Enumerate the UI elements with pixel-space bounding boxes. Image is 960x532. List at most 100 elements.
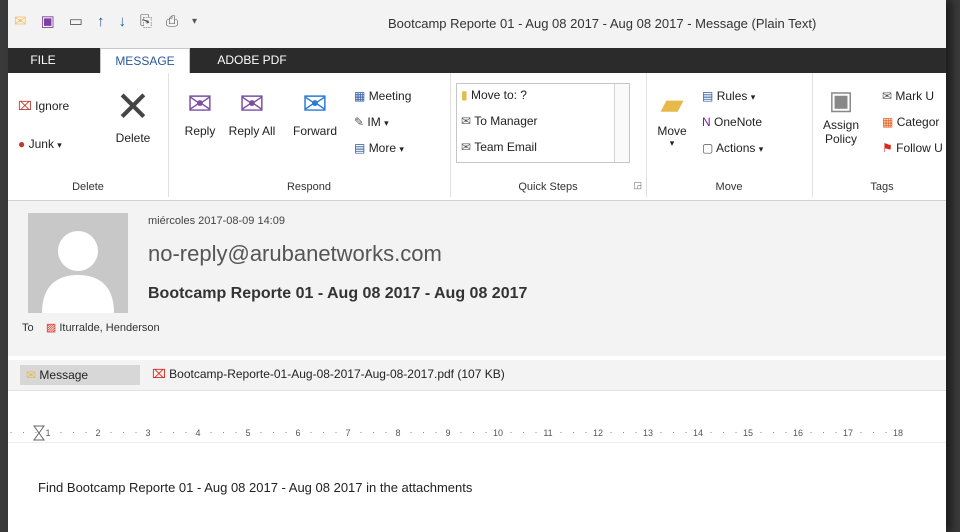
delete-button[interactable]: ✕ Delete bbox=[108, 83, 158, 146]
quick-steps-scrollbar[interactable] bbox=[614, 84, 629, 162]
ruler-dot bbox=[723, 432, 724, 433]
ruler-tick-label: 14 bbox=[693, 428, 703, 438]
ruler-dot bbox=[835, 432, 837, 433]
mark-unread-button[interactable]: ✉ Mark U bbox=[882, 89, 934, 103]
print-icon[interactable]: ⎙ bbox=[166, 13, 178, 31]
attachment-file[interactable]: ⌧ Bootcamp-Reporte-01-Aug-08-2017-Aug-08… bbox=[152, 367, 505, 381]
ruler-dot bbox=[885, 432, 887, 433]
title-bar: ✉ ▣ ▭ ↑ ↓ ⎘ ⎙ ▾ Bootcamp Reporte 01 - Au… bbox=[8, 0, 946, 48]
quick-step-move-to[interactable]: ▮ Move to: ? bbox=[461, 88, 527, 102]
more-button[interactable]: ▤ More ▾ bbox=[354, 141, 404, 155]
group-tags: ▣ Assign Policy ✉ Mark U ▦ Categor ⚑ Fol… bbox=[812, 73, 946, 197]
group-label-move: Move bbox=[715, 181, 743, 193]
ruler-dot bbox=[185, 432, 187, 433]
ruler-dot bbox=[435, 432, 437, 433]
to-label: To bbox=[22, 322, 34, 334]
pdf-icon: ⌧ bbox=[152, 367, 166, 381]
ruler-dot bbox=[10, 432, 12, 433]
message-body: Find Bootcamp Reporte 01 - Aug 08 2017 -… bbox=[38, 480, 473, 495]
junk-icon: ● bbox=[18, 137, 26, 151]
ribbon-tabs: FILE MESSAGE ADOBE PDF bbox=[8, 48, 946, 75]
ribbon: ⌧ Ignore ● Junk ▾ ✕ Delete Delete ✉ Repl… bbox=[8, 73, 946, 201]
ruler-dot bbox=[323, 432, 324, 433]
move-button[interactable]: ▰ Move ▾ bbox=[652, 87, 692, 149]
categorize-icon: ▦ bbox=[882, 115, 894, 129]
ruler-dot bbox=[310, 432, 312, 433]
ruler-dot bbox=[735, 432, 737, 433]
tab-message[interactable]: MESSAGE bbox=[100, 48, 190, 75]
ruler-dot bbox=[760, 432, 762, 433]
policy-icon: ▣ bbox=[828, 85, 854, 115]
down-arrow-icon[interactable]: ↓ bbox=[118, 13, 126, 31]
tab-file[interactable]: FILE bbox=[8, 48, 78, 73]
delete-x-icon: ✕ bbox=[115, 83, 151, 130]
ruler-dot bbox=[623, 432, 624, 433]
assign-policy-button[interactable]: ▣ Assign Policy bbox=[816, 85, 866, 146]
customize-icon[interactable]: ▾ bbox=[192, 13, 197, 31]
quick-step-to-manager[interactable]: ✉ To Manager bbox=[461, 114, 538, 128]
dialog-launcher-icon[interactable]: ◲ bbox=[633, 180, 642, 191]
follow-up-button[interactable]: ⚑ Follow U bbox=[882, 141, 943, 155]
ruler-tick-label: 7 bbox=[345, 428, 350, 438]
forward-button[interactable]: ✉ Forward bbox=[286, 87, 344, 138]
group-label-quick-steps: Quick Steps bbox=[518, 181, 578, 193]
copy-icon[interactable]: ⎘ bbox=[140, 13, 152, 31]
message-subject: Bootcamp Reporte 01 - Aug 08 2017 - Aug … bbox=[148, 285, 528, 302]
ruler-dot bbox=[160, 432, 162, 433]
chevron-down-icon: ▾ bbox=[669, 138, 675, 148]
onenote-button[interactable]: N OneNote bbox=[702, 115, 762, 129]
actions-icon: ▢ bbox=[702, 141, 714, 155]
presence-icon: ▨ bbox=[45, 322, 57, 334]
ruler-dot bbox=[235, 432, 237, 433]
ruler-tick-label: 13 bbox=[643, 428, 653, 438]
save-icon[interactable]: ▣ bbox=[41, 13, 55, 31]
reply-all-button[interactable]: ✉ Reply All bbox=[228, 87, 276, 138]
ruler-dot bbox=[785, 432, 787, 433]
chevron-down-icon: ▾ bbox=[384, 118, 389, 128]
recipient-name[interactable]: Iturralde, Henderson bbox=[59, 322, 159, 334]
ruler-tick-label: 5 bbox=[245, 428, 250, 438]
ruler-dot bbox=[860, 432, 862, 433]
reply-icon[interactable]: ▭ bbox=[69, 13, 83, 31]
ignore-button[interactable]: ⌧ Ignore bbox=[18, 99, 69, 113]
quick-step-team-email[interactable]: ✉ Team Email bbox=[461, 140, 537, 154]
ruler-dot bbox=[635, 432, 637, 433]
reply-button[interactable]: ✉ Reply bbox=[176, 87, 224, 138]
ruler-tick-label: 10 bbox=[493, 428, 503, 438]
forward-mail-icon: ✉ bbox=[461, 114, 472, 128]
ruler-dot bbox=[573, 432, 574, 433]
ruler-dot bbox=[35, 432, 37, 433]
group-quick-steps: ▮ Move to: ? ✉ To Manager ✉ Team Email Q… bbox=[450, 73, 647, 197]
up-arrow-icon[interactable]: ↑ bbox=[97, 13, 105, 31]
rules-button[interactable]: ▤ Rules ▾ bbox=[702, 89, 755, 103]
sender-address[interactable]: no-reply@arubanetworks.com bbox=[148, 241, 442, 267]
ruler-tick-label: 17 bbox=[843, 428, 853, 438]
group-delete: ⌧ Ignore ● Junk ▾ ✕ Delete Delete bbox=[8, 73, 169, 197]
ruler-ticks: 1 2 3 4 5 6 7 8 9 10 11 12 13 14 15 16 17 18 bbox=[10, 425, 903, 441]
folder-icon: ▮ bbox=[461, 88, 468, 102]
ruler-tick-label: 1 bbox=[45, 428, 50, 438]
mark-unread-icon: ✉ bbox=[882, 89, 893, 103]
ruler-dot bbox=[223, 432, 224, 433]
ruler-dot bbox=[523, 432, 524, 433]
meeting-icon: ▦ bbox=[354, 89, 366, 103]
categorize-button[interactable]: ▦ Categor bbox=[882, 115, 939, 129]
reply-all-envelope-icon: ✉ bbox=[239, 88, 265, 121]
ruler-dot bbox=[460, 432, 462, 433]
tab-adobe-pdf[interactable]: ADOBE PDF bbox=[202, 48, 302, 73]
actions-button[interactable]: ▢ Actions ▾ bbox=[702, 141, 763, 155]
junk-button[interactable]: ● Junk ▾ bbox=[18, 137, 62, 151]
ruler-dot bbox=[823, 432, 824, 433]
mail-icon[interactable]: ✉ bbox=[14, 13, 27, 31]
ruler-tick-label: 9 bbox=[445, 428, 450, 438]
ruler-dot bbox=[485, 432, 487, 433]
chevron-down-icon: ▾ bbox=[750, 92, 756, 102]
person-placeholder-icon bbox=[42, 231, 114, 313]
ruler-dot bbox=[873, 432, 874, 433]
im-button[interactable]: ✎ IM ▾ bbox=[354, 115, 389, 129]
meeting-button[interactable]: ▦ Meeting bbox=[354, 89, 411, 103]
message-tab[interactable]: ✉ Message bbox=[20, 365, 140, 385]
ruler-dot bbox=[260, 432, 262, 433]
ruler-dot bbox=[773, 432, 774, 433]
ruler-tick-label: 11 bbox=[543, 428, 552, 438]
